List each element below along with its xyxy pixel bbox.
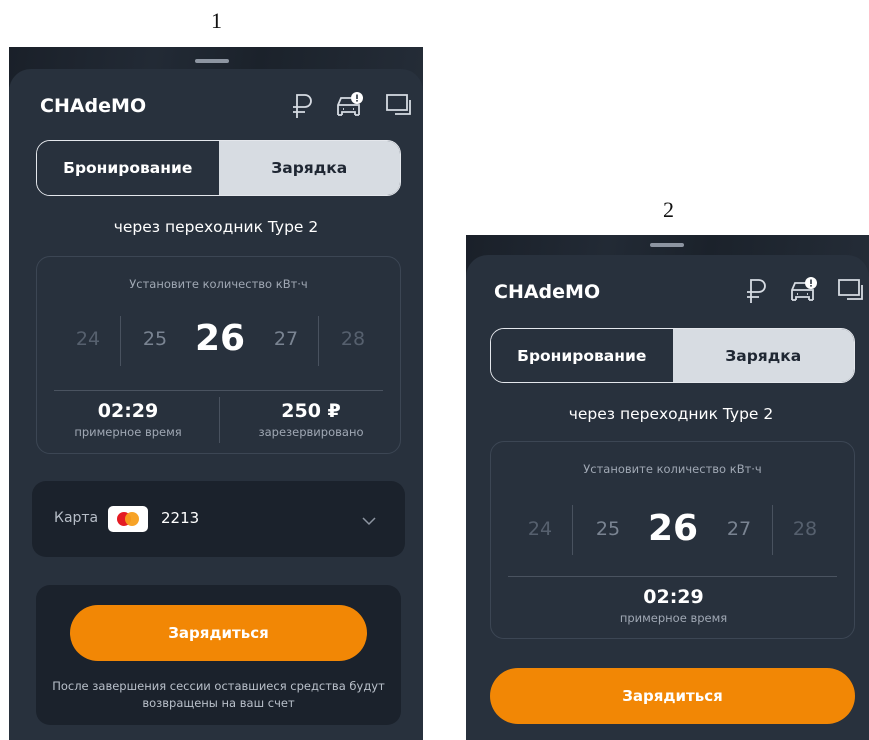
- mode-switch: Бронирование Зарядка: [490, 328, 855, 383]
- payment-label: Карта: [54, 510, 99, 526]
- mastercard-icon: [108, 506, 148, 532]
- car-alert-icon[interactable]: [789, 276, 819, 304]
- tab-booking[interactable]: Бронирование: [491, 329, 673, 382]
- ruble-icon[interactable]: [291, 92, 315, 120]
- kwh-selected[interactable]: 26: [648, 508, 698, 549]
- ruble-icon[interactable]: [745, 277, 769, 305]
- connector-title: CHAdeMO: [494, 281, 601, 303]
- picker-divider: [318, 316, 319, 366]
- chevron-down-icon[interactable]: [361, 511, 377, 530]
- charge-section: Зарядиться После завершения сессии остав…: [36, 585, 401, 725]
- tab-charging[interactable]: Зарядка: [672, 329, 854, 382]
- kwh-selected[interactable]: 26: [195, 318, 245, 359]
- mode-switch: Бронирование Зарядка: [36, 140, 401, 196]
- chat-icon[interactable]: [837, 278, 863, 302]
- adapter-text: через переходник Type 2: [113, 218, 319, 236]
- car-alert-icon[interactable]: [335, 91, 365, 119]
- screen-2: CHAdeMO Бронирование Зарядка через перех…: [466, 235, 869, 740]
- refund-note: После завершения сессии оставшиеся средс…: [52, 679, 385, 710]
- kwh-option[interactable]: 27: [727, 518, 751, 540]
- kwh-option[interactable]: 25: [143, 328, 167, 350]
- sheet-drag-handle[interactable]: [195, 59, 229, 63]
- screen-1: CHAdeMO Бронирование Зарядка через перех…: [9, 47, 423, 740]
- panel-divider: [508, 576, 837, 577]
- picker-divider: [572, 505, 573, 555]
- kwh-option[interactable]: 28: [341, 328, 365, 350]
- kwh-option[interactable]: 25: [596, 518, 620, 540]
- adapter-text: через переходник Type 2: [568, 405, 774, 423]
- panel-divider: [54, 390, 383, 391]
- kwh-option[interactable]: 28: [793, 518, 817, 540]
- kwh-panel: Установите количество кВт·ч 24 25 26 27 …: [490, 441, 855, 639]
- estimated-time-label: примерное время: [74, 425, 182, 439]
- kwh-caption: Установите количество кВт·ч: [583, 462, 762, 476]
- estimated-time-label: примерное время: [619, 611, 728, 625]
- tab-charging[interactable]: Зарядка: [218, 141, 400, 195]
- kwh-option[interactable]: 24: [76, 328, 100, 350]
- charge-button[interactable]: Зарядиться: [70, 605, 367, 661]
- figure-label-2: 2: [663, 197, 674, 222]
- picker-divider: [120, 316, 121, 366]
- connector-title: CHAdeMO: [40, 95, 147, 117]
- figure-label-1: 1: [211, 8, 222, 33]
- picker-divider: [772, 505, 773, 555]
- kwh-panel: Установите количество кВт·ч 24 25 26 27 …: [36, 256, 401, 454]
- reserved-amount-label: зарезервировано: [258, 425, 364, 439]
- charge-button[interactable]: Зарядиться: [490, 668, 855, 724]
- kwh-caption: Установите количество кВт·ч: [129, 277, 308, 291]
- estimated-time-value: 02:29: [97, 400, 159, 422]
- kwh-option[interactable]: 24: [528, 518, 552, 540]
- card-number: 2213: [161, 509, 200, 527]
- chat-icon[interactable]: [385, 93, 411, 117]
- kwh-option[interactable]: 27: [274, 328, 298, 350]
- sheet-drag-handle[interactable]: [650, 243, 684, 247]
- reserved-amount-value: 250 ₽: [281, 400, 341, 422]
- tab-booking[interactable]: Бронирование: [37, 141, 219, 195]
- payment-card-select[interactable]: Карта 2213: [32, 481, 405, 557]
- estimated-time-value: 02:29: [643, 586, 704, 608]
